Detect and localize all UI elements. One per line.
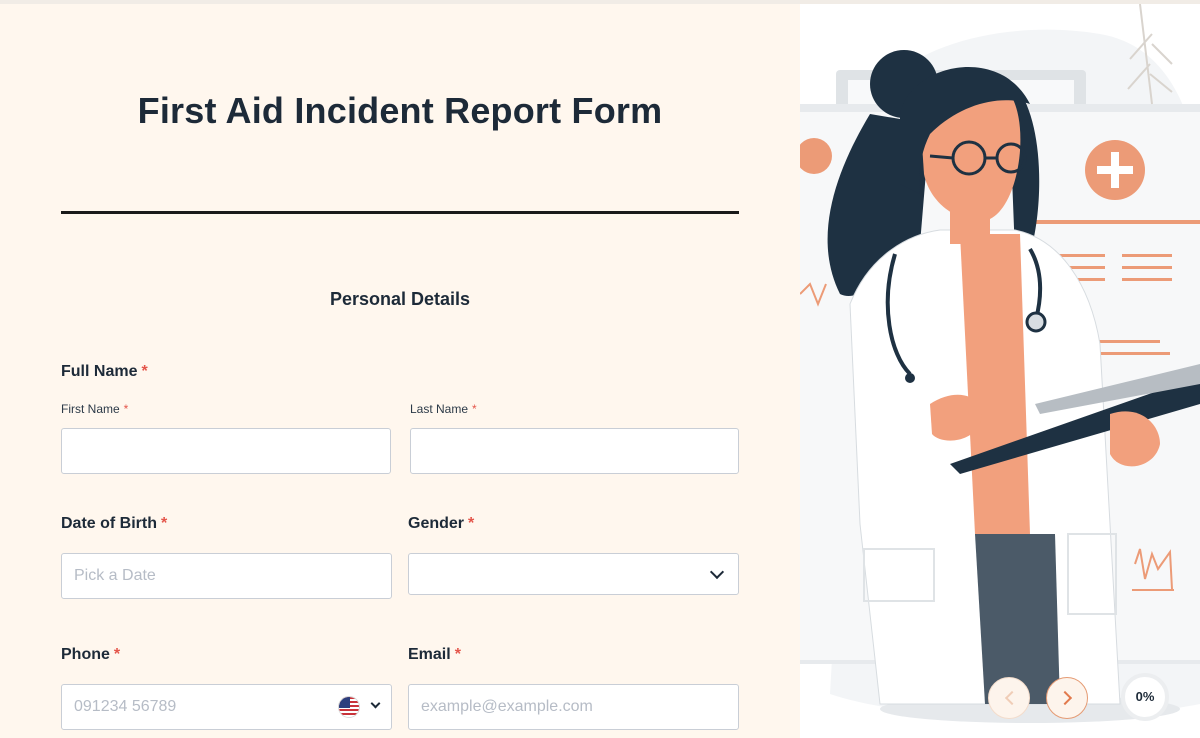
doctor-illustration bbox=[800, 4, 1200, 723]
required-mark: * bbox=[141, 363, 148, 380]
last-name-input[interactable] bbox=[410, 428, 739, 474]
chevron-left-icon bbox=[1004, 690, 1020, 706]
full-name-label: Full Name * bbox=[61, 363, 148, 381]
required-mark: * bbox=[161, 515, 168, 532]
required-mark: * bbox=[123, 402, 129, 416]
gender-label-text: Gender bbox=[408, 515, 465, 532]
progress-indicator: 0% bbox=[1121, 673, 1169, 721]
email-label-text: Email bbox=[408, 646, 451, 663]
chevron-down-icon bbox=[370, 698, 381, 709]
title-divider bbox=[61, 211, 739, 214]
required-mark: * bbox=[468, 515, 475, 532]
form-title: First Aid Incident Report Form bbox=[137, 90, 663, 131]
first-name-label-text: First Name bbox=[61, 402, 120, 416]
first-name-input[interactable] bbox=[61, 428, 391, 474]
section-heading: Personal Details bbox=[329, 289, 471, 309]
chevron-right-icon bbox=[1057, 690, 1073, 706]
illustration-panel bbox=[800, 4, 1200, 738]
progress-percent: 0% bbox=[1135, 689, 1155, 704]
phone-label-text: Phone bbox=[61, 646, 110, 663]
dob-label-text: Date of Birth bbox=[61, 515, 157, 532]
gender-label: Gender * bbox=[408, 515, 474, 533]
required-mark: * bbox=[113, 646, 121, 663]
country-code-dropdown[interactable] bbox=[338, 696, 386, 718]
chevron-down-icon bbox=[709, 564, 725, 580]
email-input[interactable] bbox=[408, 684, 739, 730]
previous-page-button[interactable] bbox=[988, 677, 1030, 719]
full-name-label-text: Full Name bbox=[61, 363, 138, 380]
first-name-label: First Name * bbox=[61, 402, 128, 416]
required-mark: * bbox=[472, 402, 477, 416]
email-label: Email * bbox=[408, 646, 461, 664]
next-page-button[interactable] bbox=[1046, 677, 1088, 719]
dob-date-input[interactable] bbox=[61, 553, 392, 599]
gender-select[interactable] bbox=[408, 553, 739, 595]
last-name-label-text: Last Name bbox=[410, 402, 469, 416]
us-flag-icon bbox=[338, 696, 360, 718]
phone-label: Phone * bbox=[61, 646, 120, 664]
dob-label: Date of Birth * bbox=[61, 515, 167, 533]
last-name-label: Last Name * bbox=[410, 402, 477, 416]
required-mark: * bbox=[454, 646, 461, 663]
